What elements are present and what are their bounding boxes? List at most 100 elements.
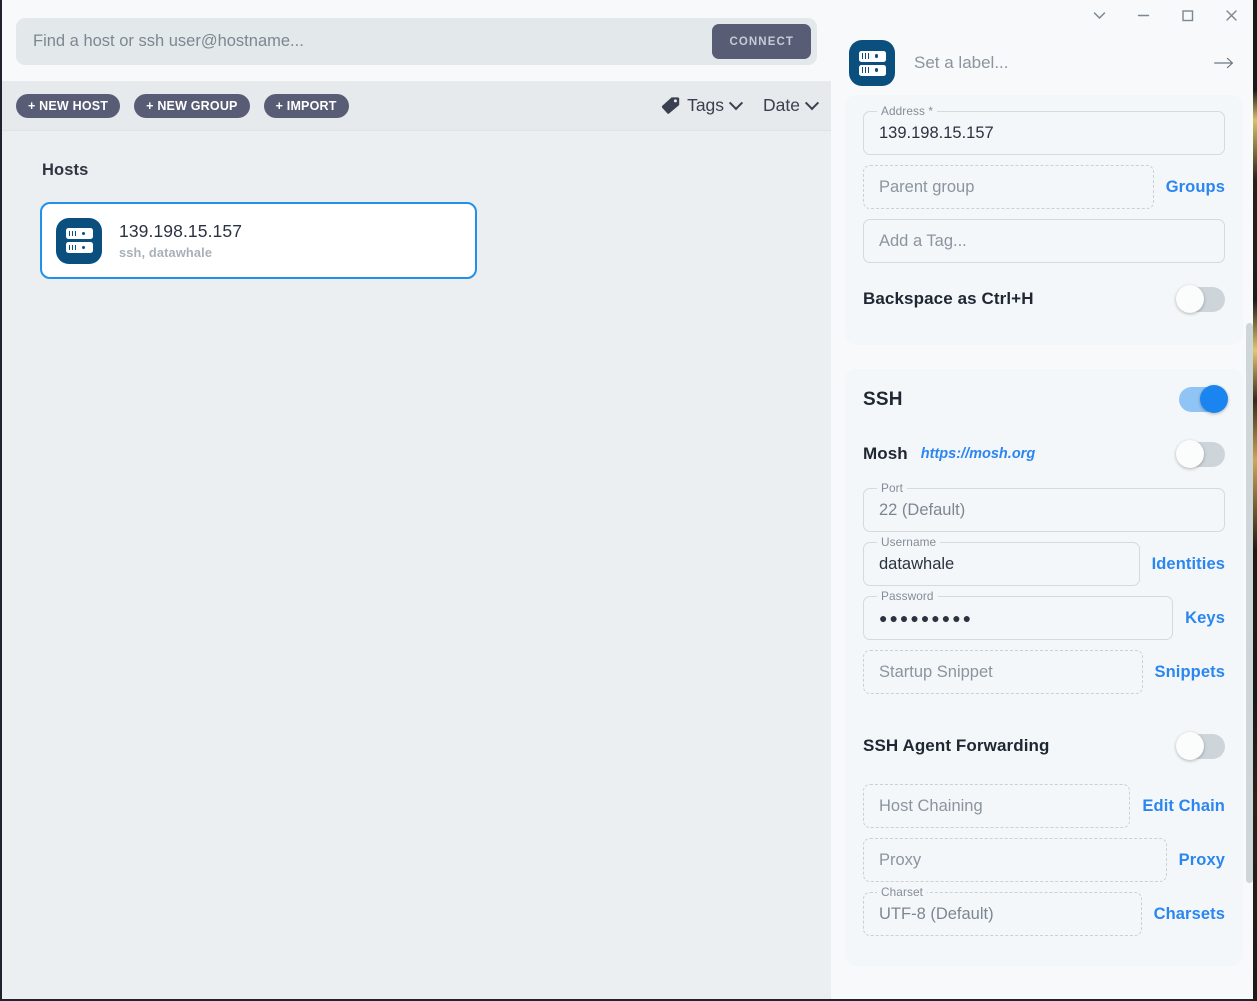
address-field[interactable]: Address * (863, 104, 1225, 155)
parent-group-input[interactable] (864, 166, 1153, 208)
ssh-section-title: SSH (863, 388, 903, 410)
startup-snippet-input[interactable] (864, 651, 1142, 693)
keys-link[interactable]: Keys (1185, 596, 1225, 640)
proxy-row: Proxy (863, 838, 1225, 892)
agent-forwarding-label: SSH Agent Forwarding (863, 736, 1050, 755)
ssh-settings-card: SSH Mosh https://mosh.org Port 22 (Defau… (845, 369, 1243, 966)
arrow-right-icon (1214, 57, 1234, 69)
startup-snippet-field[interactable] (863, 650, 1143, 694)
toolbar-filters: Tags Date (661, 95, 820, 116)
startup-snippet-row: Snippets (863, 650, 1225, 704)
host-list-item[interactable]: 139.198.15.157 ssh, datawhale (40, 202, 477, 279)
charsets-link[interactable]: Charsets (1154, 892, 1225, 936)
port-field[interactable]: Port (863, 481, 1225, 532)
background-window-edge (1253, 0, 1257, 1001)
mosh-toggle[interactable] (1176, 439, 1225, 468)
username-row: Username Identities (863, 535, 1225, 596)
hosts-toolbar: + NEW HOST + NEW GROUP + IMPORT Tags Dat… (2, 81, 831, 131)
toggle-knob (1176, 439, 1204, 468)
chevron-down-icon (804, 95, 820, 110)
password-field[interactable]: Password (863, 589, 1174, 640)
tag-icon (661, 97, 680, 114)
address-label: Address * (877, 104, 938, 118)
identities-link[interactable]: Identities (1152, 542, 1225, 586)
date-filter[interactable]: Date (763, 95, 820, 116)
maximize-icon (1181, 10, 1193, 22)
mosh-link[interactable]: https://mosh.org (921, 446, 1035, 462)
mosh-row: Mosh https://mosh.org (863, 434, 1225, 474)
chevron-down-icon (1093, 12, 1105, 20)
agent-forwarding-toggle[interactable] (1176, 731, 1225, 760)
username-field[interactable]: Username (863, 535, 1140, 586)
new-group-button[interactable]: + NEW GROUP (134, 93, 250, 118)
mosh-label: Mosh (863, 444, 908, 463)
maximize-button[interactable] (1165, 1, 1209, 31)
minimize-button[interactable] (1121, 1, 1165, 31)
window-titlebar (831, 0, 1257, 31)
tags-filter[interactable]: Tags (661, 95, 744, 116)
username-label: Username (877, 535, 941, 549)
backspace-ctrlh-row: Backspace as Ctrl+H (863, 279, 1225, 319)
host-list: Hosts 139.198.15.157 ssh, datawhale (2, 131, 831, 999)
close-icon (1225, 10, 1237, 21)
ssh-toggle[interactable] (1179, 385, 1228, 413)
charset-row: Charset Charsets (863, 885, 1225, 946)
address-input[interactable] (864, 112, 1224, 154)
proxy-field[interactable] (863, 838, 1167, 882)
toggle-knob (1176, 731, 1204, 760)
search-input[interactable] (16, 18, 713, 65)
groups-link[interactable]: Groups (1166, 165, 1225, 209)
password-input[interactable] (864, 597, 1173, 639)
connect-button[interactable]: CONNECT (712, 24, 811, 59)
backspace-ctrlh-toggle[interactable] (1176, 284, 1225, 313)
hosts-panel: CONNECT + NEW HOST + NEW GROUP + IMPORT … (0, 0, 831, 1001)
backspace-ctrlh-label: Backspace as Ctrl+H (863, 289, 1034, 308)
tag-field[interactable] (863, 219, 1225, 263)
host-details-panel: Address * Groups Backspace as Ctrl+H (831, 0, 1257, 1001)
new-host-button[interactable]: + NEW HOST (16, 93, 121, 118)
chevron-down-icon (728, 95, 744, 110)
charset-label: Charset (877, 885, 928, 899)
details-scroll-area[interactable]: Address * Groups Backspace as Ctrl+H (831, 95, 1257, 999)
tag-input[interactable] (864, 220, 1224, 262)
parent-group-field[interactable] (863, 165, 1154, 209)
charset-field[interactable]: Charset (863, 885, 1142, 936)
edit-chain-link[interactable]: Edit Chain (1142, 784, 1225, 828)
host-texts: 139.198.15.157 ssh, datawhale (119, 221, 242, 260)
hosts-section-title: Hosts (42, 161, 89, 179)
username-input[interactable] (864, 543, 1139, 585)
server-icon (849, 40, 895, 86)
proxy-input[interactable] (864, 839, 1166, 881)
host-subtitle: ssh, datawhale (119, 245, 213, 260)
host-label-input[interactable] (912, 52, 1207, 74)
host-chaining-input[interactable] (864, 785, 1130, 827)
submit-label-button[interactable] (1207, 46, 1241, 80)
password-row: Password Keys (863, 589, 1225, 650)
agent-forwarding-row: SSH Agent Forwarding (863, 726, 1225, 766)
toggle-knob (1200, 385, 1228, 413)
collapse-button[interactable] (1077, 1, 1121, 31)
host-label-row (831, 31, 1257, 95)
toggle-knob (1176, 284, 1204, 313)
general-settings-card: Address * Groups Backspace as Ctrl+H (845, 95, 1243, 345)
port-label: Port (877, 481, 908, 495)
host-address: 139.198.15.157 (119, 221, 243, 241)
date-filter-label: Date (763, 95, 800, 115)
ssh-header-row: SSH (863, 385, 1228, 413)
app-window: CONNECT + NEW HOST + NEW GROUP + IMPORT … (0, 0, 1257, 1001)
host-chaining-row: Edit Chain (863, 784, 1225, 838)
tags-filter-label: Tags (687, 95, 725, 115)
close-button[interactable] (1209, 1, 1253, 31)
host-chaining-field[interactable] (863, 784, 1131, 828)
details-scrollbar-thumb[interactable] (1246, 323, 1253, 883)
search-bar[interactable]: CONNECT (16, 18, 817, 65)
port-input[interactable] (864, 489, 1224, 531)
import-button[interactable]: + IMPORT (263, 93, 349, 118)
search-area: CONNECT (2, 0, 831, 81)
server-icon (56, 217, 102, 264)
minimize-icon (1137, 14, 1149, 17)
snippets-link[interactable]: Snippets (1155, 650, 1225, 694)
parent-group-row: Groups (863, 165, 1225, 219)
proxy-link[interactable]: Proxy (1179, 838, 1225, 882)
charset-input[interactable] (864, 893, 1141, 935)
